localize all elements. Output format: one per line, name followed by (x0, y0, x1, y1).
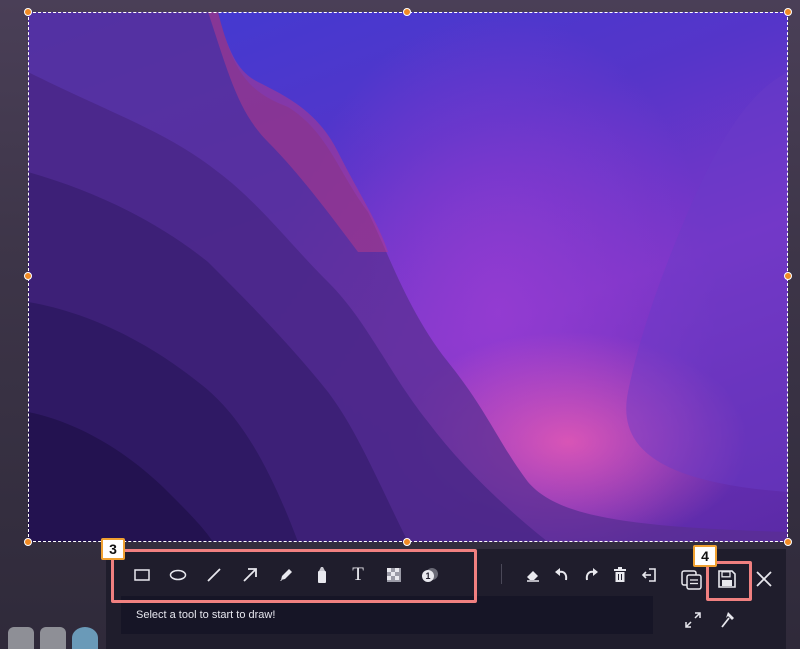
wallpaper-image (28, 12, 788, 542)
pin-button[interactable] (713, 605, 743, 635)
close-icon (756, 571, 772, 587)
undo-icon (554, 568, 567, 581)
resize-handle-top-right[interactable] (784, 8, 792, 16)
expand-icon (685, 612, 701, 628)
capture-region[interactable] (28, 12, 788, 542)
tools-callout-badge: 3 (101, 538, 125, 560)
delete-button[interactable] (605, 563, 634, 587)
undo-button[interactable] (547, 563, 576, 587)
pin-icon (721, 612, 734, 628)
exit-button[interactable] (634, 563, 663, 587)
resize-handle-top[interactable] (403, 8, 411, 16)
resize-handle-bottom[interactable] (403, 538, 411, 546)
trash-icon (613, 567, 626, 582)
save-callout-badge: 4 (693, 545, 717, 567)
tools-callout-box (111, 549, 477, 603)
eraser-button[interactable] (518, 563, 547, 587)
redo-icon (585, 568, 598, 581)
dock-app-icon[interactable] (72, 627, 98, 649)
redo-button[interactable] (576, 563, 605, 587)
eraser-icon (526, 571, 539, 582)
save-callout-box (706, 561, 752, 601)
resize-handle-top-left[interactable] (24, 8, 32, 16)
resize-handle-left[interactable] (24, 272, 32, 280)
resize-handle-bottom-left[interactable] (24, 538, 32, 546)
close-button[interactable] (749, 564, 779, 594)
status-message: Select a tool to start to draw! (136, 609, 276, 621)
dock-app-icon[interactable] (40, 627, 66, 649)
resize-handle-right[interactable] (784, 272, 792, 280)
exit-icon (641, 568, 656, 582)
copy-icon (681, 570, 702, 590)
fullscreen-button[interactable] (678, 605, 708, 635)
dock-app-icon[interactable] (8, 627, 34, 649)
resize-handle-bottom-right[interactable] (784, 538, 792, 546)
toolbar-divider (501, 564, 502, 584)
edit-actions (518, 563, 663, 587)
copy-button[interactable] (677, 565, 707, 595)
